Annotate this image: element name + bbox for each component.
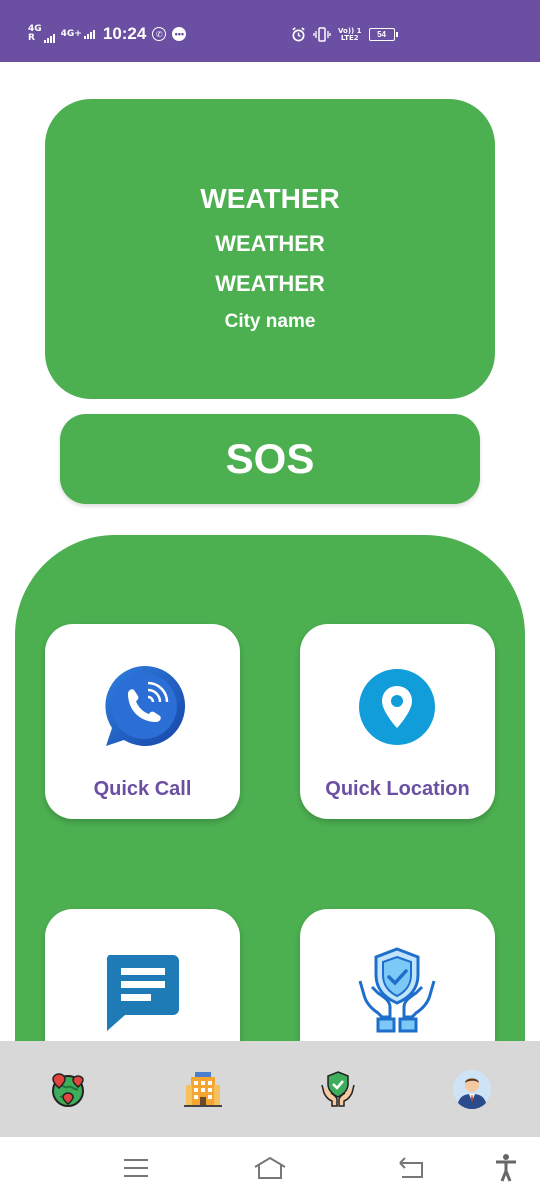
sim1-roaming-indicator: R [28, 33, 35, 43]
message-icon: ••• [172, 27, 187, 41]
hotel-icon [184, 1072, 222, 1107]
whatsapp-icon: ✆ [152, 27, 167, 41]
weather-title: WEATHER [200, 183, 340, 214]
phone-call-icon [105, 665, 186, 746]
weather-card[interactable]: WEATHER WEATHER WEATHER City name [45, 99, 495, 399]
app-screen: 4G R 4G+ 10:24 ✆ ••• Vo)) 1 LTE2 54 WEAT… [0, 0, 540, 1200]
sos-label: SOS [225, 435, 315, 482]
back-icon[interactable] [396, 1155, 426, 1181]
safety-shield-hands-icon [358, 947, 436, 1033]
volte-indicator: Vo)) 1 LTE2 [338, 27, 362, 42]
clock: 10:24 [102, 24, 147, 43]
sos-button[interactable]: SOS [60, 414, 480, 504]
vibrate-icon [313, 27, 331, 42]
system-navigation-bar [0, 1137, 540, 1200]
home-icon[interactable] [252, 1155, 288, 1181]
status-bar: 4G R 4G+ 10:24 ✆ ••• Vo)) 1 LTE2 54 [0, 0, 540, 62]
battery-icon: 54 [368, 28, 398, 41]
sim2-signal-icon: 4G+ [61, 29, 95, 39]
quick-call-tile[interactable]: Quick Call [45, 624, 240, 819]
volte-bottom-label: LTE2 [340, 33, 359, 42]
quick-location-label: Quick Location [325, 778, 470, 800]
safety-hands-icon [321, 1071, 355, 1107]
status-left: 4G R 4G+ 10:24 ✆ ••• [28, 24, 187, 44]
status-right: Vo)) 1 LTE2 54 [291, 27, 398, 42]
nav-hotels[interactable] [183, 1069, 223, 1109]
nav-map[interactable] [48, 1069, 88, 1109]
alarm-icon [292, 27, 305, 42]
city-name: City name [224, 311, 316, 332]
accessibility-icon[interactable] [494, 1153, 518, 1183]
battery-level: 54 [377, 30, 387, 39]
nav-safety[interactable] [318, 1069, 358, 1109]
weather-line-3: WEATHER [215, 271, 325, 296]
bottom-navigation [0, 1041, 540, 1137]
weather-line-2: WEATHER [215, 231, 325, 256]
map-globe-icon [52, 1073, 84, 1107]
location-pin-icon [359, 669, 435, 745]
quick-call-label: Quick Call [93, 778, 192, 800]
sim1-signal-icon: 4G R [28, 25, 55, 43]
profile-avatar-icon [453, 1070, 491, 1110]
message-icon [106, 955, 179, 1031]
menu-icon[interactable] [122, 1155, 150, 1181]
quick-location-tile[interactable]: Quick Location [300, 624, 495, 819]
nav-profile[interactable] [452, 1069, 492, 1110]
sim2-network-type: 4G+ [60, 29, 82, 39]
